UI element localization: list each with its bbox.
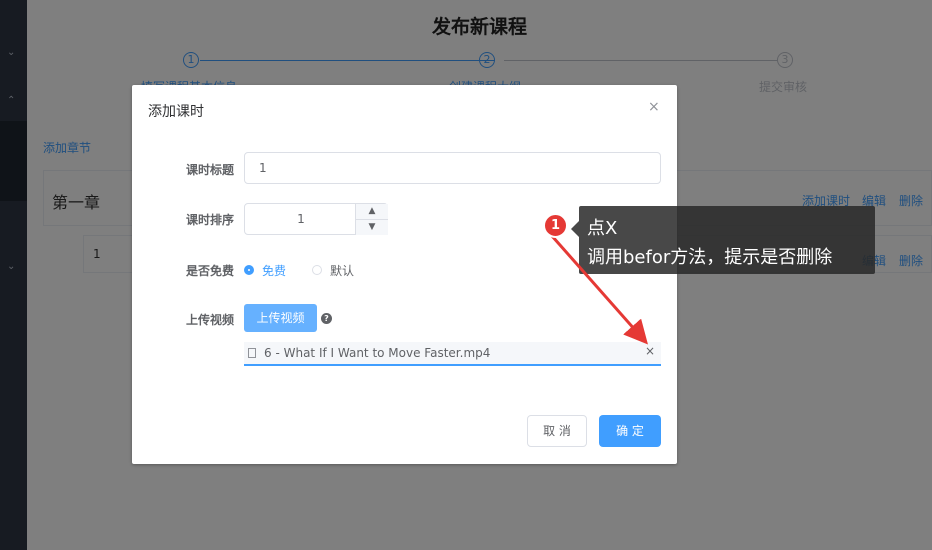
annotation-marker: 1	[543, 213, 568, 238]
annotation-arrow	[550, 235, 648, 345]
